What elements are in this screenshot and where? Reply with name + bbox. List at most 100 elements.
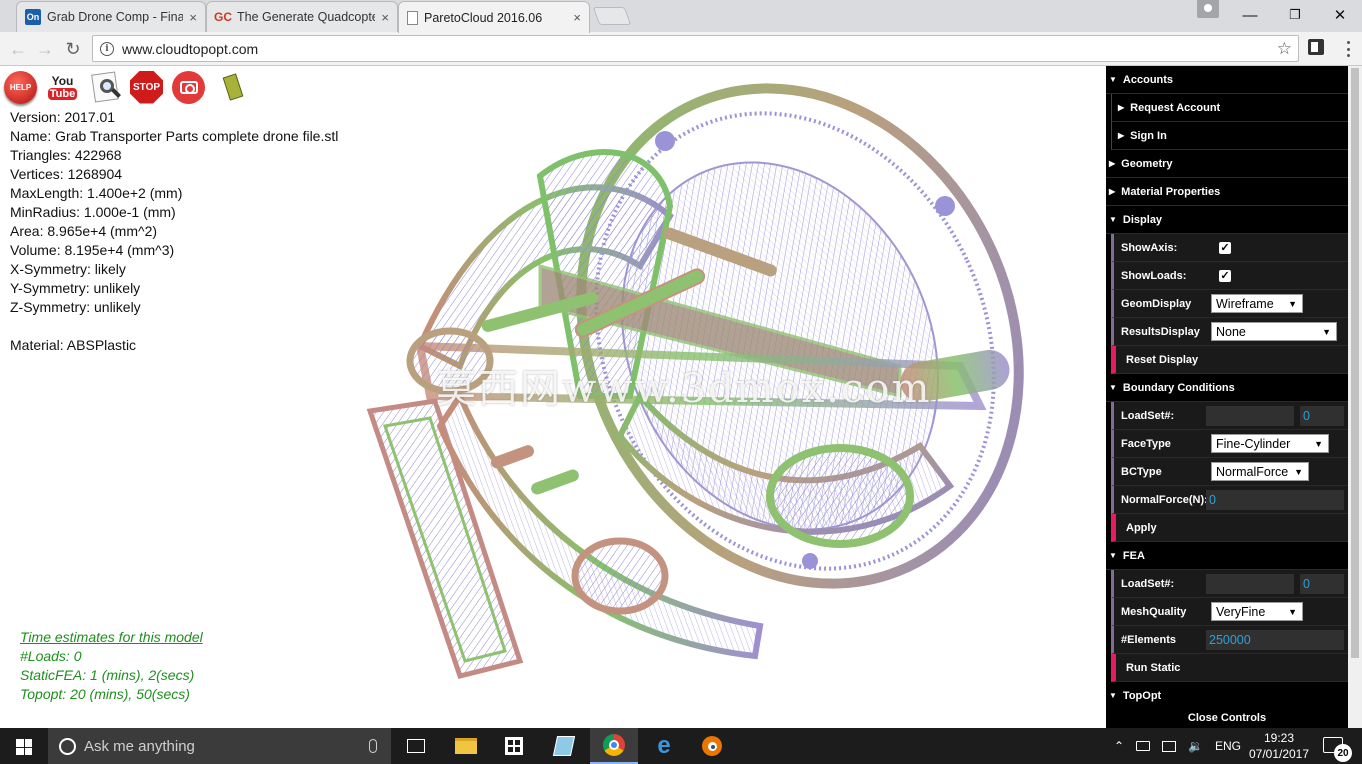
expanded-triangle-icon: ▼	[1109, 383, 1117, 392]
clock-time: 19:23	[1263, 731, 1295, 745]
topopt-estimate: Topopt: 20 (mins), 50(secs)	[20, 686, 190, 702]
minimize-button[interactable]: —	[1227, 0, 1273, 30]
folder-fea[interactable]: ▼ FEA	[1106, 542, 1348, 570]
select-value: NormalForce	[1216, 464, 1289, 479]
loadset-label: LoadSet#:	[1121, 577, 1175, 590]
area-text: Area: 8.965e+4 (mm^2)	[10, 223, 158, 239]
model-info: Version: 2017.01 Name: Grab Transporter …	[10, 108, 338, 355]
folder-sign-in[interactable]: ▶ Sign In	[1111, 122, 1348, 150]
tab-paretocloud[interactable]: ParetoCloud 2016.06 ×	[398, 1, 590, 33]
elements-input[interactable]: 250000	[1206, 629, 1344, 650]
reload-button[interactable]: ↻	[61, 37, 85, 61]
tab-close-icon[interactable]: ×	[381, 10, 389, 25]
store-icon[interactable]	[490, 728, 538, 764]
file-explorer-icon[interactable]	[442, 728, 490, 764]
select-value: Fine-Cylinder	[1216, 436, 1291, 451]
static-fea-estimate: StaticFEA: 1 (mins), 2(secs)	[20, 667, 195, 683]
normal-force-input[interactable]: 0	[1206, 489, 1344, 510]
clock[interactable]: 19:23 07/01/2017	[1246, 730, 1312, 762]
folder-label: Request Account	[1130, 101, 1221, 114]
blender-icon[interactable]	[688, 728, 736, 764]
url-text[interactable]: www.cloudtopopt.com	[122, 41, 1277, 57]
folder-boundary-conditions[interactable]: ▼ Boundary Conditions	[1106, 374, 1348, 402]
folder-geometry[interactable]: ▶ Geometry	[1106, 150, 1348, 178]
tab-generate-quadcopter[interactable]: GC The Generate Quadcopte ×	[206, 1, 398, 32]
new-tab-button[interactable]	[592, 7, 632, 25]
folder-label: Display	[1122, 213, 1163, 226]
chrome-menu-icon[interactable]	[1340, 39, 1356, 59]
show-loads-checkbox[interactable]: ✓	[1219, 269, 1231, 282]
profile-icon[interactable]	[1197, 0, 1219, 18]
geom-display-label: GeomDisplay	[1121, 297, 1192, 310]
dropdown-arrow-icon: ▼	[1288, 606, 1297, 617]
maximize-button[interactable]: ❐	[1272, 0, 1318, 30]
run-static-button[interactable]: Run Static	[1111, 654, 1348, 682]
dropdown-arrow-icon: ▼	[1322, 326, 1331, 337]
info-icon[interactable]: i	[100, 41, 114, 56]
folder-request-account[interactable]: ▶ Request Account	[1111, 94, 1348, 122]
edge-icon[interactable]: e	[640, 728, 688, 764]
folder-display[interactable]: ▼ Display	[1106, 206, 1348, 234]
elements-row: #Elements 250000	[1111, 626, 1348, 654]
forward-button[interactable]: →	[33, 37, 57, 61]
notepad-icon[interactable]	[540, 728, 588, 764]
tab-strip: On Grab Drone Comp - Fina × GC The Gener…	[0, 0, 1362, 33]
time-estimates-link[interactable]: Time estimates for this model	[20, 628, 203, 647]
action-center-icon[interactable]: 20	[1323, 737, 1352, 762]
x-symmetry-text: X-Symmetry: likely	[10, 261, 126, 277]
tab-title: ParetoCloud 2016.06	[424, 10, 543, 25]
normal-force-label: NormalForce(N):	[1121, 493, 1208, 506]
folder-label: Accounts	[1122, 73, 1174, 86]
bookmark-star-icon[interactable]: ☆	[1277, 39, 1292, 59]
extension-icon[interactable]	[1308, 39, 1324, 55]
folder-material-properties[interactable]: ▶ Material Properties	[1106, 178, 1348, 206]
windows-start-icon[interactable]	[16, 739, 32, 755]
results-display-select[interactable]: None ▼	[1211, 322, 1337, 341]
tab-title: The Generate Quadcopte	[237, 10, 376, 24]
folder-topopt[interactable]: ▼ TopOpt	[1106, 682, 1348, 710]
stop-icon[interactable]: STOP	[130, 70, 163, 104]
tab-close-icon[interactable]: ×	[189, 10, 197, 25]
language-indicator[interactable]: ENG	[1215, 739, 1241, 753]
show-axis-label: ShowAxis:	[1121, 241, 1178, 254]
tab-close-icon[interactable]: ×	[573, 10, 581, 25]
volume-icon[interactable]: 🔉	[1188, 739, 1203, 753]
youtube-you-text: You	[51, 74, 74, 88]
show-hidden-icons-chevron[interactable]: ⌃	[1114, 739, 1124, 753]
face-type-select[interactable]: Fine-Cylinder ▼	[1211, 434, 1329, 453]
folder-accounts[interactable]: ▼ Accounts	[1106, 66, 1348, 94]
cortana-search-box[interactable]: Ask me anything	[48, 728, 391, 764]
network-icon[interactable]	[1136, 741, 1151, 751]
controls-panel: ▼ Accounts ▶ Request Account ▶ Sign In ▶ Geo…	[1106, 66, 1348, 728]
address-bar[interactable]: i www.cloudtopopt.com ☆	[92, 35, 1299, 62]
reset-display-button[interactable]: Reset Display	[1111, 346, 1348, 374]
close-window-button[interactable]: ✕	[1317, 0, 1362, 30]
microphone-icon[interactable]	[369, 739, 377, 753]
loadset-input[interactable]: 0	[1300, 405, 1344, 426]
loadset-input[interactable]: 0	[1300, 573, 1344, 594]
task-view-icon[interactable]	[392, 728, 440, 764]
folder-label: Sign In	[1130, 129, 1167, 142]
bc-type-select[interactable]: NormalForce ▼	[1211, 462, 1309, 481]
battery-icon[interactable]	[1162, 740, 1177, 752]
search-document-icon[interactable]	[88, 71, 121, 104]
back-button[interactable]: ←	[6, 37, 30, 61]
show-axis-checkbox[interactable]: ✓	[1219, 241, 1231, 254]
chrome-icon[interactable]	[590, 728, 638, 764]
chip-icon[interactable]	[214, 71, 247, 104]
expanded-triangle-icon: ▼	[1109, 551, 1117, 560]
scrollbar-thumb[interactable]	[1351, 68, 1359, 658]
mesh-quality-select[interactable]: VeryFine ▼	[1211, 602, 1303, 621]
youtube-icon[interactable]: You Tube	[46, 71, 79, 104]
tab-grab-drone[interactable]: On Grab Drone Comp - Fina ×	[16, 1, 206, 32]
close-controls-button[interactable]: Close Controls	[1106, 708, 1348, 728]
page-scrollbar[interactable]	[1348, 66, 1362, 728]
loadset-slider[interactable]	[1206, 573, 1294, 594]
help-icon[interactable]: HELP	[4, 70, 37, 104]
geom-display-select[interactable]: Wireframe ▼	[1211, 294, 1303, 313]
button-label: Apply	[1126, 521, 1157, 534]
expanded-triangle-icon: ▼	[1109, 75, 1117, 84]
apply-button[interactable]: Apply	[1111, 514, 1348, 542]
camera-icon[interactable]	[172, 70, 205, 104]
loadset-slider[interactable]	[1206, 405, 1294, 426]
